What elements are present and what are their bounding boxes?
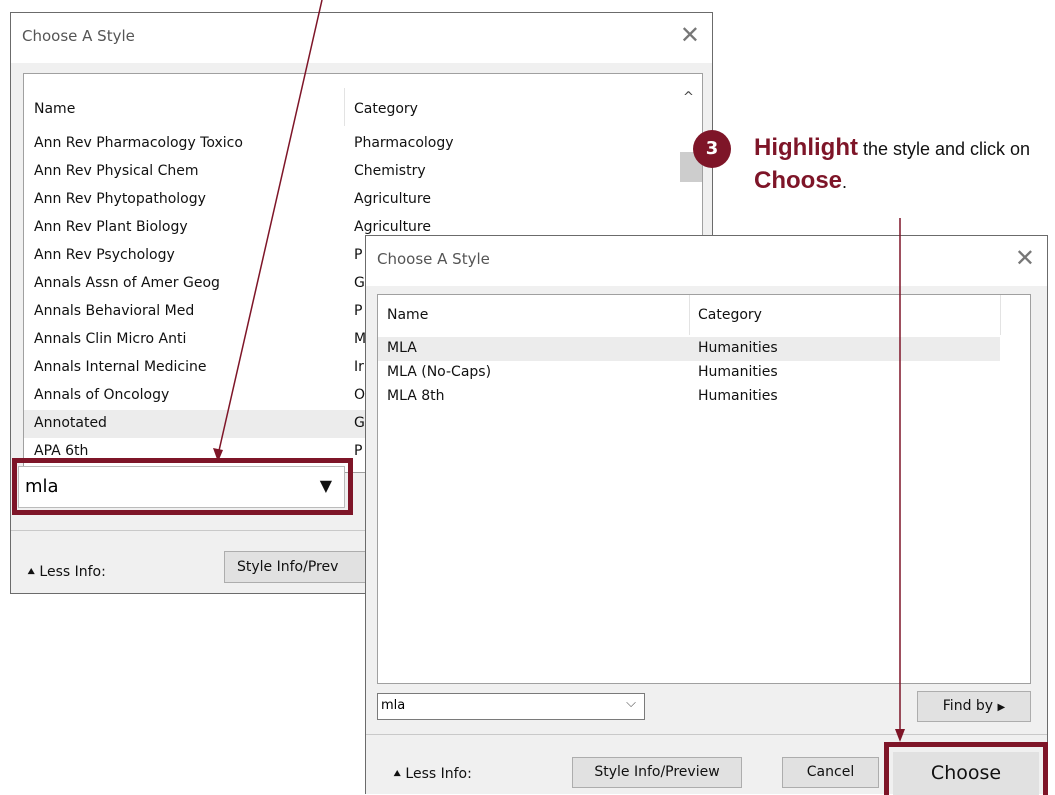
callout-arrows (213, 0, 905, 742)
arrowhead-icon (213, 448, 223, 462)
arrowhead-icon (895, 729, 905, 742)
arrow-to-search (217, 0, 323, 456)
